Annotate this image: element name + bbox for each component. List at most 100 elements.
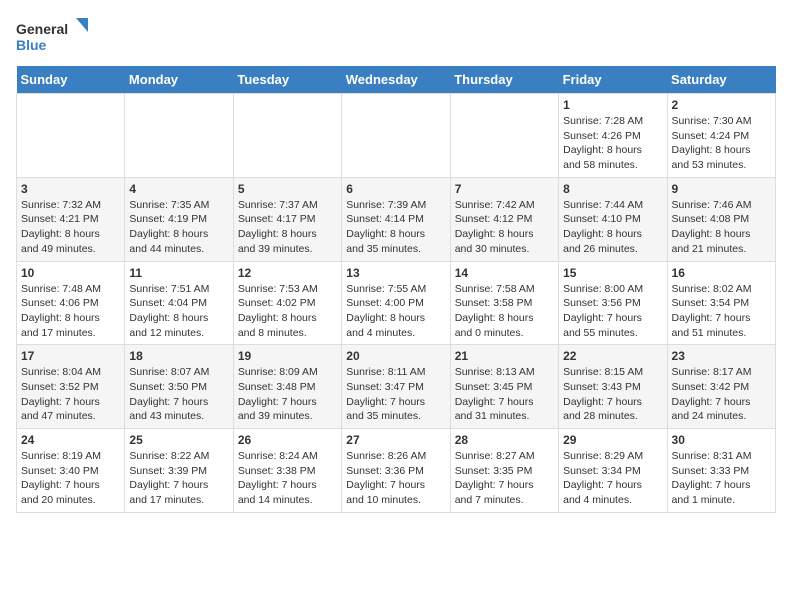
day-number: 5: [238, 182, 337, 196]
day-info: Sunrise: 8:11 AM Sunset: 3:47 PM Dayligh…: [346, 365, 445, 424]
calendar-cell: 28 Sunrise: 8:27 AM Sunset: 3:35 PM Dayli…: [450, 429, 558, 513]
calendar-cell: [450, 94, 558, 178]
calendar-row: 17Sunrise: 8:04 AM Sunset: 3:52 PM Dayli…: [17, 345, 776, 429]
calendar-row: 3Sunrise: 7:32 AM Sunset: 4:21 PM Daylig…: [17, 177, 776, 261]
calendar-row: 10 Sunrise: 7:48 AM Sunset: 4:06 PM Dayli…: [17, 261, 776, 345]
day-info: Sunrise: 7:37 AM Sunset: 4:17 PM Dayligh…: [238, 198, 337, 257]
day-info: Sunrise: 8:07 AM Sunset: 3:50 PM Dayligh…: [129, 365, 228, 424]
calendar-cell: 11Sunrise: 7:51 AM Sunset: 4:04 PM Dayli…: [125, 261, 233, 345]
calendar-cell: 2 Sunrise: 7:30 AM Sunset: 4:24 PM Daylig…: [667, 94, 775, 178]
day-info: Sunrise: 7:44 AM Sunset: 4:10 PM Dayligh…: [563, 198, 662, 257]
day-info: Sunrise: 7:39 AM Sunset: 4:14 PM Dayligh…: [346, 198, 445, 257]
day-info: Sunrise: 8:29 AM Sunset: 3:34 PM Dayligh…: [563, 449, 662, 508]
weekday-header: Sunday: [17, 66, 125, 94]
calendar-row: 1 Sunrise: 7:28 AM Sunset: 4:26 PM Daylig…: [17, 94, 776, 178]
calendar-cell: 29 Sunrise: 8:29 AM Sunset: 3:34 PM Dayli…: [559, 429, 667, 513]
weekday-header: Friday: [559, 66, 667, 94]
day-number: 2: [672, 98, 771, 112]
calendar-cell: 23 Sunrise: 8:17 AM Sunset: 3:42 PM Dayli…: [667, 345, 775, 429]
calendar-cell: 27Sunrise: 8:26 AM Sunset: 3:36 PM Dayli…: [342, 429, 450, 513]
day-info: Sunrise: 8:00 AM Sunset: 3:56 PM Dayligh…: [563, 282, 662, 341]
day-number: 3: [21, 182, 120, 196]
calendar-cell: 16 Sunrise: 8:02 AM Sunset: 3:54 PM Dayli…: [667, 261, 775, 345]
calendar-cell: 12 Sunrise: 7:53 AM Sunset: 4:02 PM Dayli…: [233, 261, 341, 345]
day-number: 23: [672, 349, 771, 363]
calendar-cell: 5 Sunrise: 7:37 AM Sunset: 4:17 PM Daylig…: [233, 177, 341, 261]
day-info: Sunrise: 8:13 AM Sunset: 3:45 PM Dayligh…: [455, 365, 554, 424]
day-number: 10: [21, 266, 120, 280]
calendar-cell: 9Sunrise: 7:46 AM Sunset: 4:08 PM Daylig…: [667, 177, 775, 261]
calendar-cell: 26 Sunrise: 8:24 AM Sunset: 3:38 PM Dayli…: [233, 429, 341, 513]
day-number: 8: [563, 182, 662, 196]
day-number: 28: [455, 433, 554, 447]
day-number: 29: [563, 433, 662, 447]
day-number: 26: [238, 433, 337, 447]
day-info: Sunrise: 8:19 AM Sunset: 3:40 PM Dayligh…: [21, 449, 120, 508]
day-number: 1: [563, 98, 662, 112]
calendar-cell: 25 Sunrise: 8:22 AM Sunset: 3:39 PM Dayli…: [125, 429, 233, 513]
day-info: Sunrise: 7:35 AM Sunset: 4:19 PM Dayligh…: [129, 198, 228, 257]
calendar-cell: 17Sunrise: 8:04 AM Sunset: 3:52 PM Dayli…: [17, 345, 125, 429]
calendar-row: 24 Sunrise: 8:19 AM Sunset: 3:40 PM Dayli…: [17, 429, 776, 513]
day-info: Sunrise: 8:09 AM Sunset: 3:48 PM Dayligh…: [238, 365, 337, 424]
calendar-cell: [342, 94, 450, 178]
day-info: Sunrise: 7:28 AM Sunset: 4:26 PM Dayligh…: [563, 114, 662, 173]
calendar-cell: 1 Sunrise: 7:28 AM Sunset: 4:26 PM Daylig…: [559, 94, 667, 178]
svg-text:Blue: Blue: [16, 37, 47, 53]
logo: GeneralBlue: [16, 16, 96, 56]
day-info: Sunrise: 7:55 AM Sunset: 4:00 PM Dayligh…: [346, 282, 445, 341]
calendar-cell: [125, 94, 233, 178]
day-info: Sunrise: 7:53 AM Sunset: 4:02 PM Dayligh…: [238, 282, 337, 341]
logo-svg: GeneralBlue: [16, 16, 96, 56]
calendar-cell: [233, 94, 341, 178]
day-info: Sunrise: 8:04 AM Sunset: 3:52 PM Dayligh…: [21, 365, 120, 424]
weekday-header: Wednesday: [342, 66, 450, 94]
calendar-cell: 6 Sunrise: 7:39 AM Sunset: 4:14 PM Daylig…: [342, 177, 450, 261]
day-number: 4: [129, 182, 228, 196]
calendar-cell: 13 Sunrise: 7:55 AM Sunset: 4:00 PM Dayli…: [342, 261, 450, 345]
day-info: Sunrise: 8:15 AM Sunset: 3:43 PM Dayligh…: [563, 365, 662, 424]
day-info: Sunrise: 8:26 AM Sunset: 3:36 PM Dayligh…: [346, 449, 445, 508]
calendar-cell: 10 Sunrise: 7:48 AM Sunset: 4:06 PM Dayli…: [17, 261, 125, 345]
day-number: 25: [129, 433, 228, 447]
weekday-header: Saturday: [667, 66, 775, 94]
day-info: Sunrise: 7:46 AM Sunset: 4:08 PM Dayligh…: [672, 198, 771, 257]
day-number: 6: [346, 182, 445, 196]
weekday-header-row: SundayMondayTuesdayWednesdayThursdayFrid…: [17, 66, 776, 94]
day-number: 22: [563, 349, 662, 363]
day-info: Sunrise: 8:22 AM Sunset: 3:39 PM Dayligh…: [129, 449, 228, 508]
day-info: Sunrise: 7:58 AM Sunset: 3:58 PM Dayligh…: [455, 282, 554, 341]
calendar-cell: [17, 94, 125, 178]
calendar-cell: 8 Sunrise: 7:44 AM Sunset: 4:10 PM Daylig…: [559, 177, 667, 261]
day-info: Sunrise: 8:31 AM Sunset: 3:33 PM Dayligh…: [672, 449, 771, 508]
day-info: Sunrise: 8:27 AM Sunset: 3:35 PM Dayligh…: [455, 449, 554, 508]
calendar-cell: 4 Sunrise: 7:35 AM Sunset: 4:19 PM Daylig…: [125, 177, 233, 261]
calendar-table: SundayMondayTuesdayWednesdayThursdayFrid…: [16, 66, 776, 513]
day-info: Sunrise: 8:17 AM Sunset: 3:42 PM Dayligh…: [672, 365, 771, 424]
page-header: GeneralBlue: [16, 16, 776, 56]
day-number: 21: [455, 349, 554, 363]
day-number: 24: [21, 433, 120, 447]
day-number: 20: [346, 349, 445, 363]
day-number: 16: [672, 266, 771, 280]
day-number: 7: [455, 182, 554, 196]
day-number: 15: [563, 266, 662, 280]
day-info: Sunrise: 7:30 AM Sunset: 4:24 PM Dayligh…: [672, 114, 771, 173]
day-info: Sunrise: 8:02 AM Sunset: 3:54 PM Dayligh…: [672, 282, 771, 341]
calendar-cell: 14 Sunrise: 7:58 AM Sunset: 3:58 PM Dayli…: [450, 261, 558, 345]
day-number: 12: [238, 266, 337, 280]
day-number: 13: [346, 266, 445, 280]
calendar-cell: 19Sunrise: 8:09 AM Sunset: 3:48 PM Dayli…: [233, 345, 341, 429]
day-number: 18: [129, 349, 228, 363]
calendar-cell: 22 Sunrise: 8:15 AM Sunset: 3:43 PM Dayli…: [559, 345, 667, 429]
calendar-cell: 21 Sunrise: 8:13 AM Sunset: 3:45 PM Dayli…: [450, 345, 558, 429]
day-info: Sunrise: 8:24 AM Sunset: 3:38 PM Dayligh…: [238, 449, 337, 508]
calendar-cell: 18 Sunrise: 8:07 AM Sunset: 3:50 PM Dayli…: [125, 345, 233, 429]
day-number: 30: [672, 433, 771, 447]
weekday-header: Thursday: [450, 66, 558, 94]
day-number: 14: [455, 266, 554, 280]
day-info: Sunrise: 7:42 AM Sunset: 4:12 PM Dayligh…: [455, 198, 554, 257]
day-info: Sunrise: 7:48 AM Sunset: 4:06 PM Dayligh…: [21, 282, 120, 341]
calendar-cell: 3Sunrise: 7:32 AM Sunset: 4:21 PM Daylig…: [17, 177, 125, 261]
calendar-cell: 24 Sunrise: 8:19 AM Sunset: 3:40 PM Dayli…: [17, 429, 125, 513]
